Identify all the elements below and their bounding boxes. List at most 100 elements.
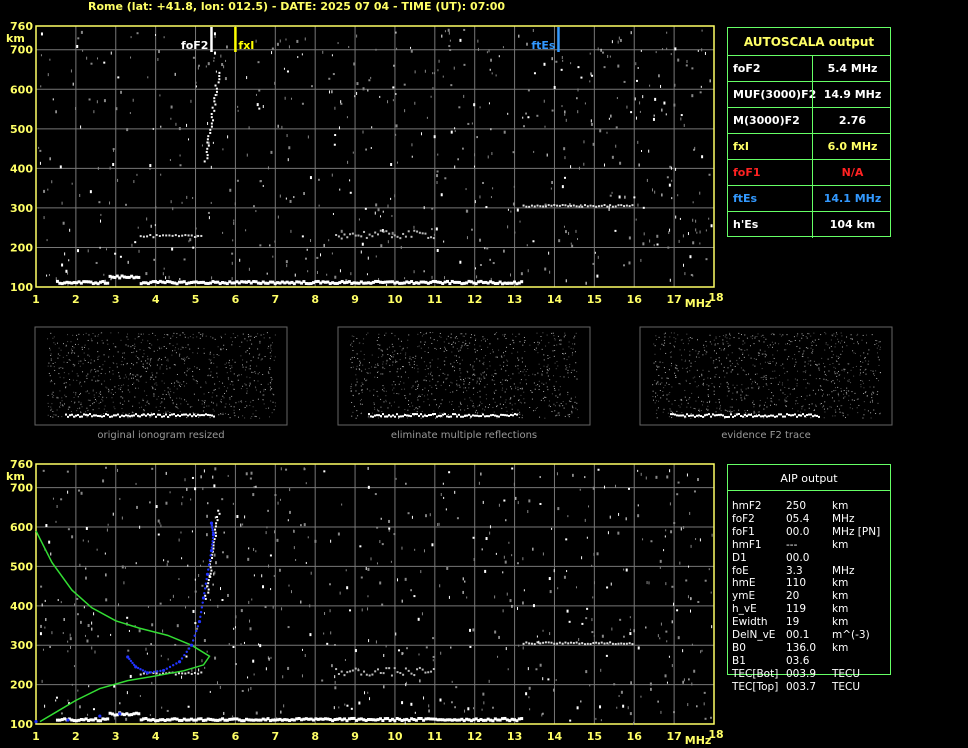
thumb-speck <box>531 391 533 393</box>
noise-speck <box>129 674 132 678</box>
thumb-speck <box>752 364 754 366</box>
noise-speck <box>473 103 476 107</box>
thumb-speck <box>270 383 272 385</box>
noise-speck <box>293 546 295 550</box>
noise-speck <box>102 479 105 483</box>
echo-trace <box>346 671 349 674</box>
thumb-speck <box>62 367 64 369</box>
noise-speck <box>695 219 697 223</box>
thumb-speck <box>70 411 72 413</box>
thumb-speck <box>65 382 67 384</box>
thumb-speck <box>118 385 120 387</box>
thumb-speck <box>662 362 664 364</box>
thumb-speck <box>425 333 427 335</box>
echo-trace <box>142 235 145 238</box>
thumb-speck <box>860 365 862 367</box>
thumb-speck <box>143 410 145 412</box>
noise-speck <box>82 539 84 542</box>
thumb-speck <box>408 403 410 405</box>
thumb-speck <box>242 364 244 366</box>
thumb-speck <box>850 382 852 384</box>
noise-speck <box>377 208 380 212</box>
thumb-speck <box>503 352 505 354</box>
noise-speck <box>602 51 605 54</box>
echo-trace <box>193 671 196 674</box>
thumb-speck <box>867 353 869 355</box>
echo-trace <box>214 528 217 531</box>
thumb-speck <box>463 383 465 385</box>
thumb-speck <box>374 376 376 378</box>
thumb-speck <box>132 374 134 376</box>
noise-speck <box>250 471 253 475</box>
thumb-speck <box>414 367 416 369</box>
x-tick-label: 2 <box>72 293 80 306</box>
noise-speck <box>186 195 188 199</box>
noise-speck <box>410 702 413 706</box>
noise-speck <box>249 627 252 631</box>
thumb-speck <box>467 377 469 379</box>
echo-trace <box>207 579 210 582</box>
thumb-speck <box>402 348 404 350</box>
noise-speck <box>232 239 234 242</box>
noise-speck <box>453 66 455 70</box>
thumb-speck <box>785 343 787 345</box>
thumb-speck <box>832 380 834 382</box>
noise-speck <box>115 107 118 111</box>
thumb-speck <box>686 333 688 335</box>
thumb-speck <box>688 360 690 362</box>
thumb-speck <box>828 370 830 372</box>
thumb-trace <box>516 413 518 416</box>
noise-speck <box>346 116 348 119</box>
noise-speck <box>699 242 701 245</box>
noise-speck <box>364 691 366 695</box>
thumb-speck <box>483 357 485 359</box>
thumb-speck <box>88 392 90 394</box>
noise-speck <box>589 684 591 687</box>
noise-speck <box>561 185 564 189</box>
thumb-speck <box>727 410 729 412</box>
noise-speck <box>339 269 341 273</box>
thumb-speck <box>688 340 690 342</box>
thumb-speck <box>879 348 881 350</box>
thumb-speck <box>788 356 790 358</box>
x-tick-label: 11 <box>427 293 442 306</box>
noise-speck <box>294 273 296 277</box>
noise-speck <box>613 683 616 686</box>
thumb-speck <box>547 357 549 359</box>
thumb-speck <box>434 347 436 349</box>
thumb-speck <box>730 371 732 373</box>
thumb-speck <box>50 406 52 408</box>
thumb-speck <box>701 383 703 385</box>
thumb-speck <box>799 340 801 342</box>
x-tick-label: 13 <box>507 293 522 306</box>
thumb-trace <box>129 415 131 418</box>
thumb-speck <box>208 405 210 407</box>
thumb-speck <box>483 377 485 379</box>
thumb-speck <box>495 356 497 358</box>
thumb-speck <box>763 417 765 419</box>
thumb-speck <box>824 366 826 368</box>
noise-speck <box>267 166 269 170</box>
noise-speck <box>352 151 354 154</box>
thumb-speck <box>212 392 214 394</box>
thumb-speck <box>171 354 173 356</box>
thumb-speck <box>723 366 725 368</box>
thumb-speck <box>770 397 772 399</box>
thumb-speck <box>519 382 521 384</box>
noise-speck <box>592 596 594 599</box>
echo-trace <box>606 205 609 208</box>
noise-speck <box>583 162 585 166</box>
noise-speck <box>708 173 711 176</box>
thumb-speck <box>154 334 156 336</box>
thumb-speck <box>754 381 756 383</box>
thumb-speck <box>186 357 188 359</box>
echo-trace <box>354 667 357 670</box>
noise-speck <box>214 35 216 39</box>
noise-speck <box>553 569 555 573</box>
noise-speck <box>270 588 272 591</box>
thumb-speck <box>485 394 487 396</box>
noise-speck <box>240 643 242 646</box>
thumb-speck <box>378 348 380 350</box>
thumb-speck <box>535 349 537 351</box>
thumb-speck <box>79 407 81 409</box>
